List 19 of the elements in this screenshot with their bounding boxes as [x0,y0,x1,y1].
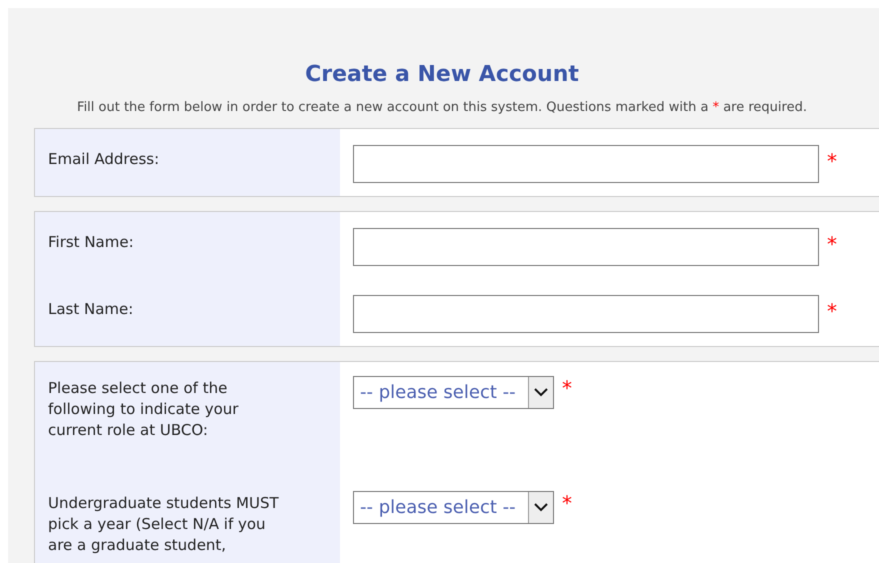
select-field[interactable]: -- please select -- [353,490,554,524]
required-mark: * [562,378,572,398]
required-mark: * [827,300,837,320]
text-field[interactable] [353,144,819,182]
required-mark: * [827,150,837,170]
chevron-down-icon [534,387,548,397]
required-mark: * [827,234,837,254]
field-label: Email Address: [48,150,160,168]
text-field[interactable] [353,294,819,332]
page-title: Create a New Account [305,62,579,87]
intro-text: Fill out the form below in order to create a new account on this system. Questions marked with a * are required. [77,99,807,117]
text-field[interactable] [353,228,819,266]
field-label: First Name: [48,232,134,250]
select-field[interactable]: -- please select -- [353,376,554,408]
required-mark: * [562,492,572,512]
field-label: Undergraduate students MUST pick a year (Select N/A if you are a graduate student, [48,492,280,556]
field-label: Please select one of the following to indicate your current role at UBCO: [48,378,240,440]
field-label: Last Name: [48,300,134,318]
chevron-down-icon [534,502,548,512]
